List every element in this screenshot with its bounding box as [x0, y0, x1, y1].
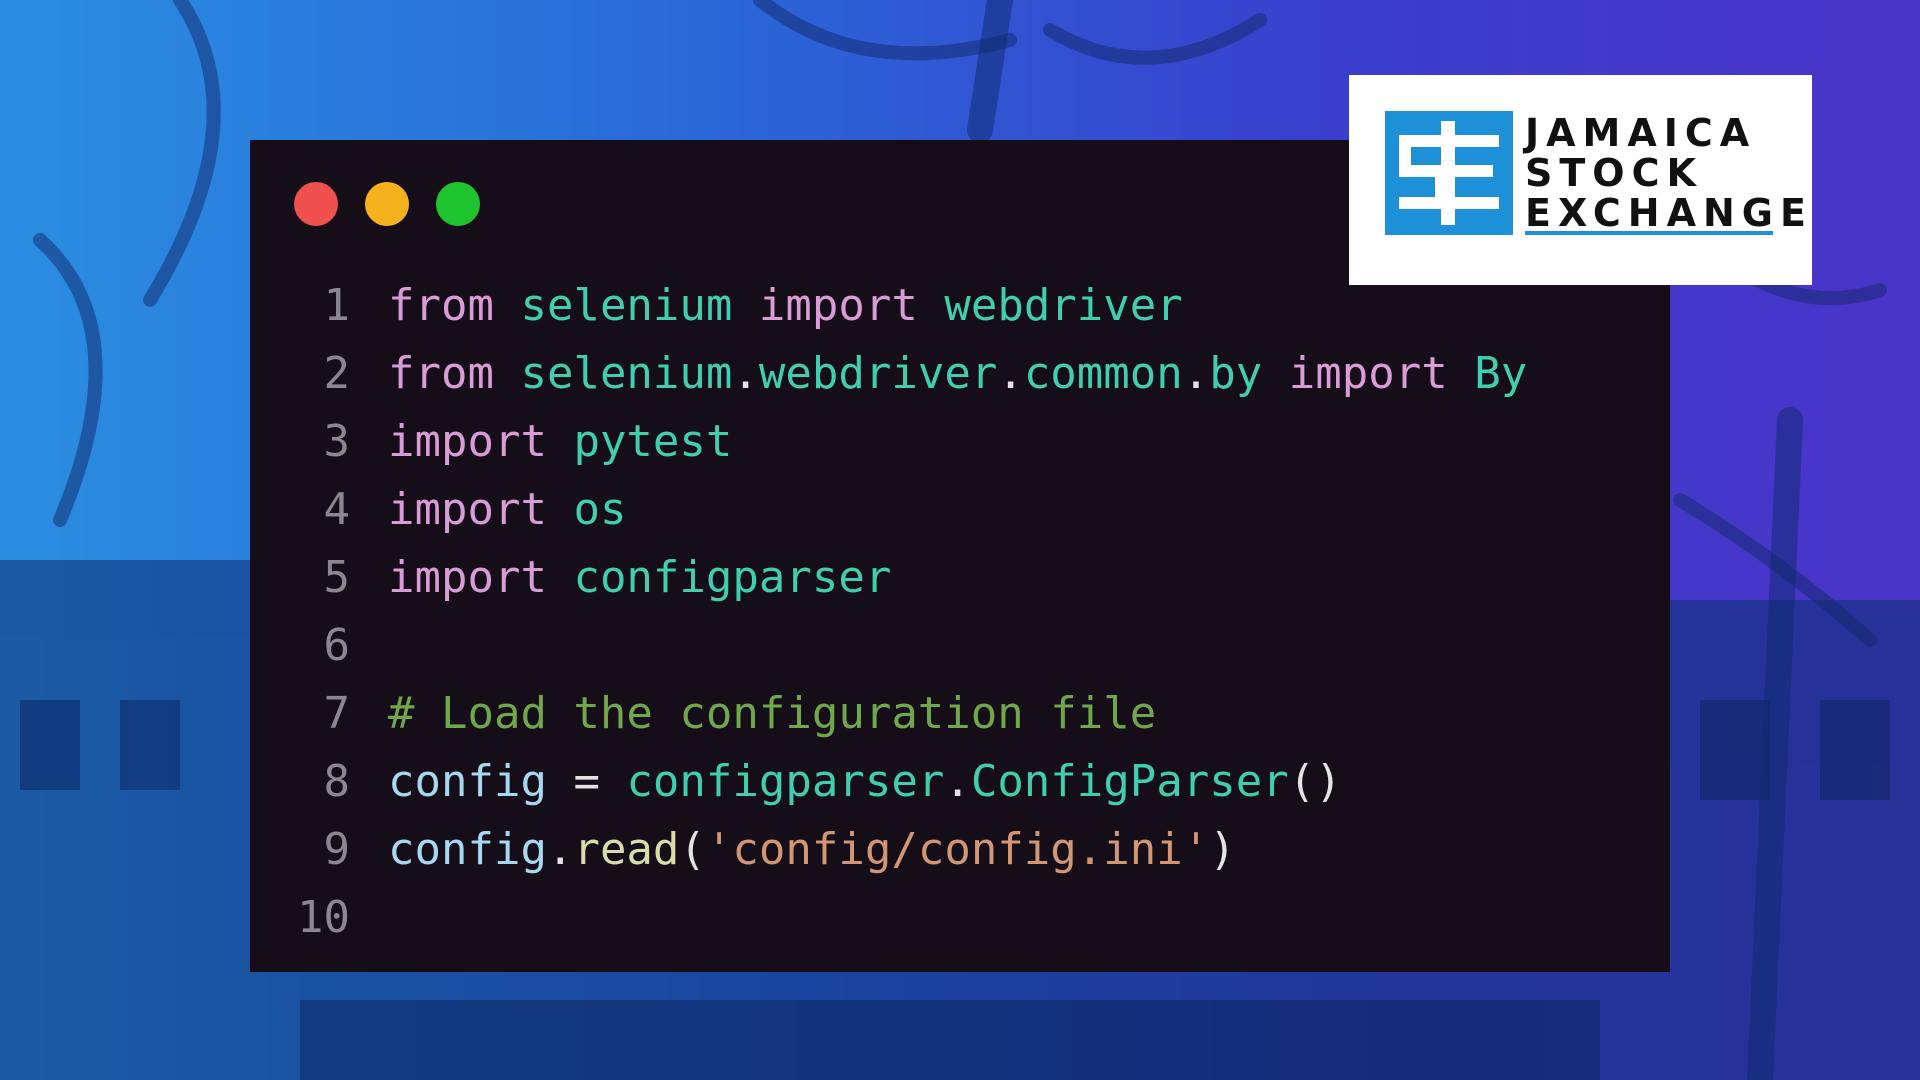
jse-logo: JAMAICA STOCK EXCHANGE — [1349, 75, 1812, 285]
code-token: webdriver — [758, 348, 998, 399]
maximize-dot-icon[interactable] — [436, 182, 480, 226]
logo-text-exchange: EXCHANGE — [1525, 191, 1813, 235]
code-line[interactable]: 8 config = configparser.ConfigParser() — [250, 748, 1670, 816]
line-number: 4 — [323, 484, 351, 535]
code-token: config — [388, 824, 547, 875]
logo-text-jamaica: JAMAICA — [1525, 111, 1757, 155]
logo-text-stock: STOCK — [1525, 151, 1703, 195]
code-text: config.read('config/config.ini') — [388, 816, 1236, 884]
code-token: . — [732, 348, 759, 399]
line-number: 2 — [323, 348, 351, 399]
code-token: import — [388, 416, 547, 467]
line-number: 8 — [323, 756, 351, 807]
code-token: ( — [679, 824, 706, 875]
code-line[interactable]: 6 — [250, 612, 1670, 680]
code-token: = — [546, 756, 627, 807]
code-token: selenium — [520, 280, 733, 331]
code-token: ) — [1209, 824, 1236, 875]
minimize-dot-icon[interactable] — [365, 182, 409, 226]
code-token: from — [388, 348, 494, 399]
code-token: 'config/config.ini' — [705, 824, 1210, 875]
code-token: common — [1023, 348, 1183, 399]
code-token: import — [388, 552, 547, 603]
code-token: config — [388, 756, 547, 807]
code-text: from selenium import webdriver — [388, 272, 1183, 340]
code-text: import os — [388, 476, 626, 544]
code-token: import — [388, 484, 547, 535]
line-number: 3 — [323, 416, 351, 467]
line-number: 1 — [323, 280, 351, 331]
code-token: ConfigParser — [970, 756, 1289, 807]
code-token: configparser — [573, 552, 892, 603]
code-token: configparser — [626, 756, 945, 807]
code-token: os — [573, 484, 627, 535]
jse-logo-mark-icon — [1385, 111, 1513, 235]
code-token: pytest — [573, 416, 733, 467]
code-token: . — [997, 348, 1024, 399]
code-text: config = configparser.ConfigParser() — [388, 748, 1342, 816]
code-token: # Load the configuration file — [388, 688, 1157, 739]
code-token: () — [1288, 756, 1342, 807]
code-token: by — [1209, 348, 1263, 399]
code-token: import — [1288, 348, 1448, 399]
code-token: import — [758, 280, 918, 331]
line-number: 7 — [323, 688, 351, 739]
code-token: selenium — [520, 348, 733, 399]
code-token: By — [1474, 348, 1528, 399]
line-number: 9 — [323, 824, 351, 875]
code-text: from selenium.webdriver.common.by import… — [388, 340, 1527, 408]
code-text: import pytest — [388, 408, 732, 476]
code-token: . — [546, 824, 574, 875]
logo-underline — [1525, 231, 1773, 235]
code-token: . — [944, 756, 971, 807]
code-token: from — [388, 280, 494, 331]
code-line[interactable]: 7 # Load the configuration file — [250, 680, 1670, 748]
line-number: 10 — [297, 892, 350, 943]
line-number: 6 — [323, 620, 351, 671]
code-line[interactable]: 9 config.read('config/config.ini') — [250, 816, 1670, 884]
code-line[interactable]: 5 import configparser — [250, 544, 1670, 612]
code-line[interactable]: 4 import os — [250, 476, 1670, 544]
code-line[interactable]: 2 from selenium.webdriver.common.by impor… — [250, 340, 1670, 408]
line-number: 5 — [323, 552, 351, 603]
code-line[interactable]: 3 import pytest — [250, 408, 1670, 476]
code-line[interactable]: 10 — [250, 884, 1670, 952]
code-token: webdriver — [944, 280, 1183, 331]
code-editor[interactable]: 1 from selenium import webdriver 2 from sel… — [250, 272, 1670, 952]
code-text: # Load the configuration file — [388, 680, 1156, 748]
code-text: import configparser — [388, 544, 891, 612]
close-dot-icon[interactable] — [294, 182, 338, 226]
code-token: . — [1182, 348, 1210, 399]
code-token: read — [573, 824, 680, 875]
